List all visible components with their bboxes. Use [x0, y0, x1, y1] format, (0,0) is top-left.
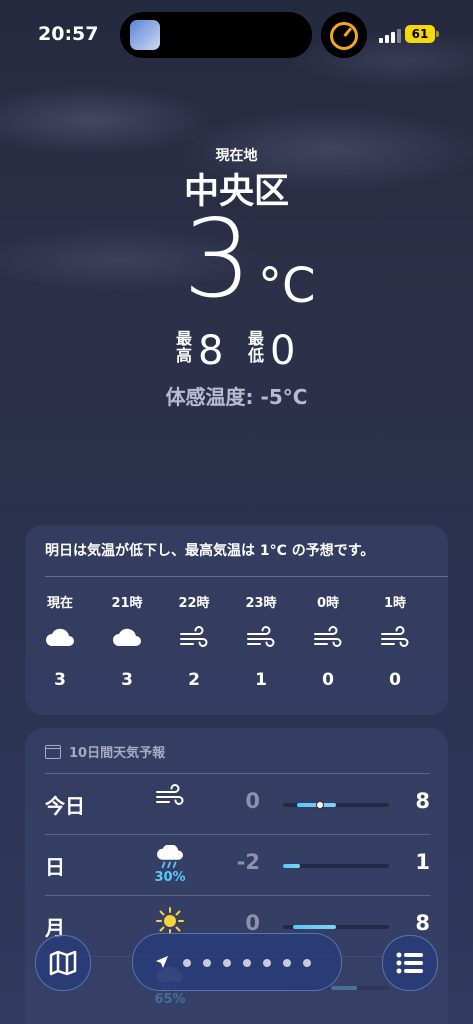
page-dot	[283, 959, 291, 967]
hour-label: 21時	[111, 596, 143, 611]
high-value: 8	[198, 328, 224, 374]
map-button[interactable]	[35, 935, 91, 991]
hourly-summary: 明日は気温が低下し、最高気温は 1°C の予想です。	[45, 543, 375, 559]
rain-cloud-icon: 30%	[145, 845, 195, 885]
hour-label: 1時	[383, 596, 407, 611]
hourly-item: 0時 0	[298, 592, 358, 690]
day-name: 日	[45, 855, 65, 879]
day-high: 1	[415, 850, 430, 874]
battery-icon: 61	[405, 25, 435, 43]
day-low: -2	[236, 850, 260, 874]
hour-temp: 1	[255, 670, 267, 690]
temperature-range-fill	[330, 986, 358, 990]
calendar-icon	[45, 744, 61, 759]
feels-like: 体感温度: -5°C	[165, 385, 308, 409]
live-activity-app-icon[interactable]	[130, 20, 160, 50]
map-icon	[49, 950, 77, 976]
hourly-item: 1時 0	[365, 592, 425, 690]
hourly-item: 22時 2	[164, 592, 224, 690]
hour-label: 22時	[178, 596, 210, 611]
high-label: 最高	[176, 329, 193, 365]
low-label: 最低	[248, 329, 265, 365]
cellular-signal-icon	[379, 27, 401, 43]
wind-icon	[145, 784, 195, 824]
temperature-range-fill	[283, 864, 300, 868]
daily-header: 10日間天気予報	[45, 742, 165, 761]
page-dot	[223, 959, 231, 967]
current-temperature: 3	[183, 197, 252, 322]
precipitation-chance: 65%	[154, 992, 186, 1007]
page-dot	[203, 959, 211, 967]
hour-label: 0時	[316, 596, 340, 611]
day-high: 8	[415, 789, 430, 813]
hour-label: 23時	[245, 596, 277, 611]
hour-temp: 0	[389, 670, 401, 690]
temperature-unit: °C	[258, 258, 316, 314]
page-dot	[243, 959, 251, 967]
day-high: 8	[415, 911, 430, 935]
day-low: 0	[245, 789, 260, 813]
day-name: 今日	[45, 794, 85, 818]
hourly-divider	[45, 576, 448, 577]
day-low: 0	[245, 911, 260, 935]
temperature-range-bar	[283, 801, 389, 809]
wind-icon	[298, 612, 358, 662]
low-value: 0	[270, 328, 296, 374]
wind-icon	[365, 612, 425, 662]
temperature-range-fill	[292, 925, 336, 929]
cloud-icon	[97, 612, 157, 662]
wind-icon	[164, 612, 224, 662]
status-time: 20:57	[38, 23, 99, 45]
daily-row[interactable]: 日 30% -2 1	[45, 834, 430, 895]
cloud-icon	[30, 612, 90, 662]
hour-temp: 0	[322, 670, 334, 690]
temperature-range-bar	[283, 925, 389, 929]
hour-label: 現在	[46, 596, 73, 611]
daily-row[interactable]: 今日 0 8	[45, 773, 430, 834]
daily-header-label: 10日間天気予報	[69, 746, 166, 761]
page-indicator[interactable]	[132, 933, 342, 991]
hour-temp: 3	[54, 670, 66, 690]
location-arrow-icon	[156, 956, 168, 968]
location-label: 現在地	[215, 148, 258, 164]
hour-temp: 2	[188, 670, 200, 690]
page-dot	[183, 959, 191, 967]
page-dot	[263, 959, 271, 967]
wind-icon	[231, 612, 291, 662]
location-list-button[interactable]	[382, 935, 438, 991]
page-dot	[303, 959, 311, 967]
hourly-item: 23時 1	[231, 592, 291, 690]
hourly-item: 21時 3	[97, 592, 157, 690]
battery-tip	[436, 31, 439, 37]
temperature-range-bar	[283, 864, 389, 868]
high-low: 最高 8 最低 0	[0, 330, 473, 374]
hour-temp: 3	[121, 670, 133, 690]
current-temp-marker	[316, 801, 325, 809]
list-icon	[396, 952, 423, 974]
precipitation-chance: 30%	[154, 870, 186, 885]
hourly-item: 現在 3	[30, 592, 90, 690]
hourly-forecast-card[interactable]: 明日は気温が低下し、最高気温は 1°C の予想です。 現在 3 21時 3 22時 2 23…	[25, 525, 448, 715]
timer-activity[interactable]	[321, 12, 367, 58]
dynamic-island[interactable]	[120, 12, 312, 58]
status-bar: 20:57 61	[0, 0, 473, 70]
